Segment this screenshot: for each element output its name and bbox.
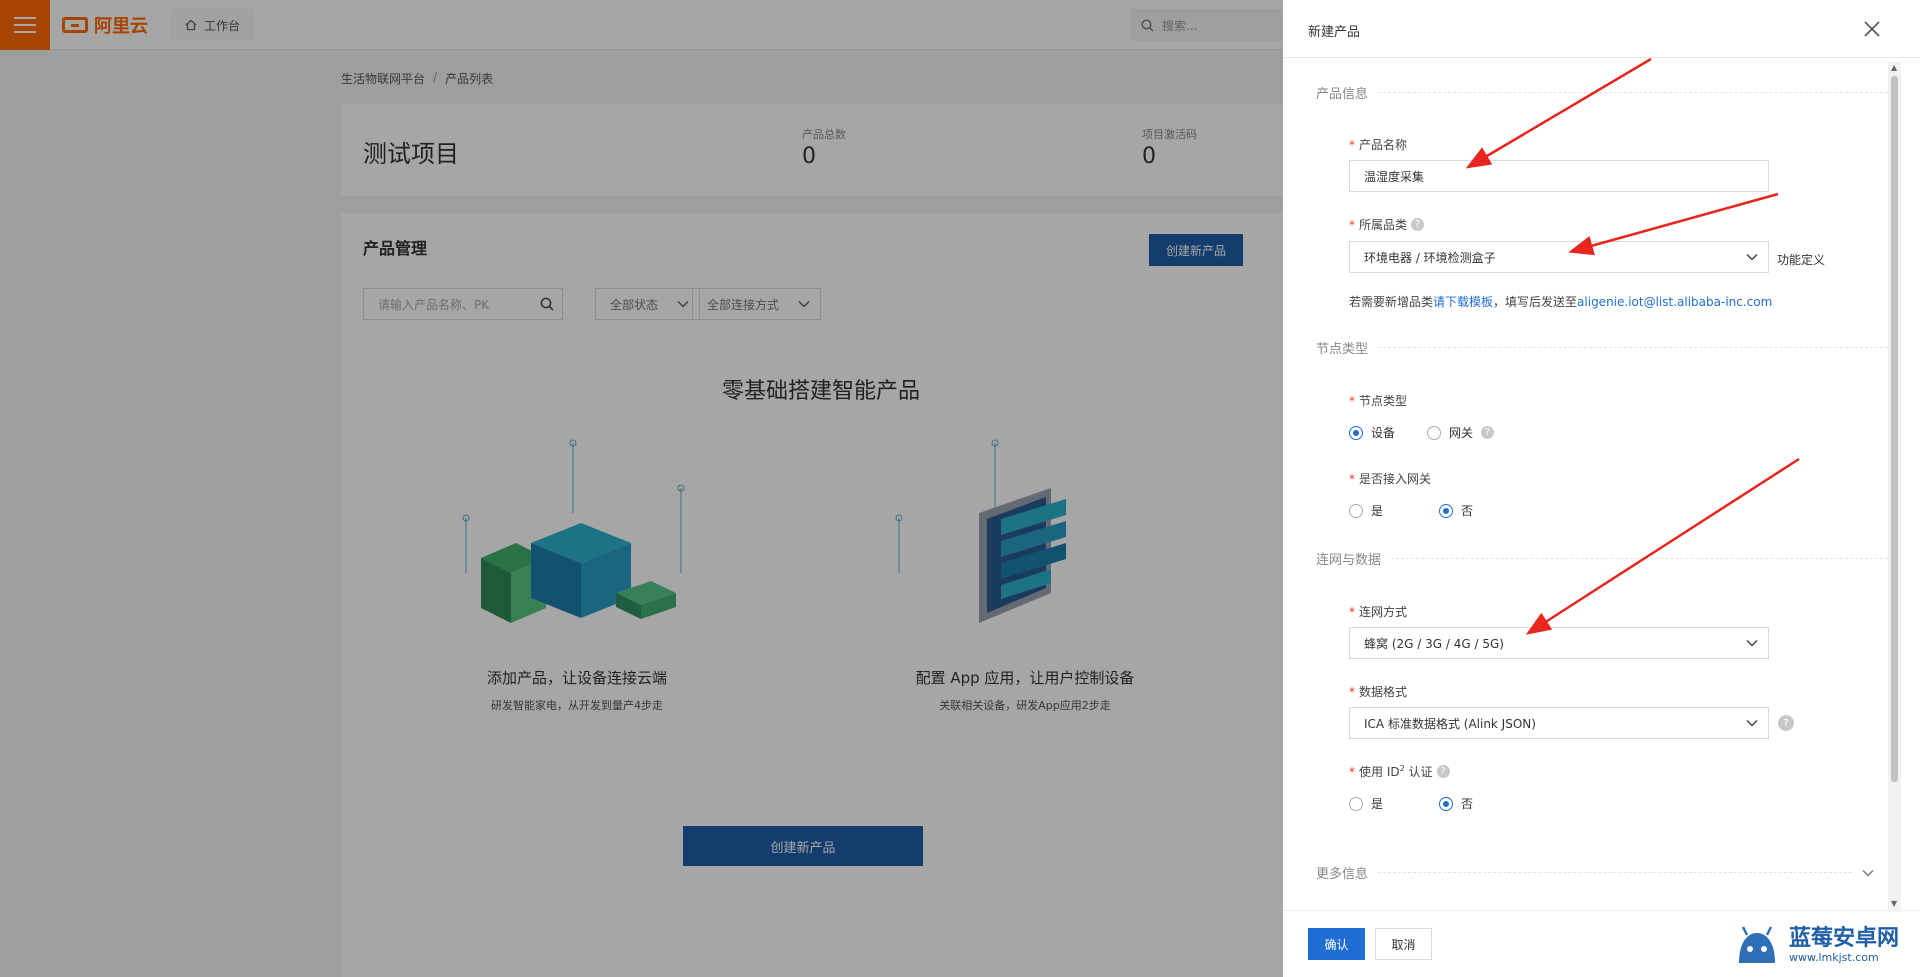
drawer-body: 产品信息 * 产品名称 温湿度采集 * 所属品类 ? 环境电器 / 环境检测盒子 功… [1283,58,1898,910]
radio-checked-icon [1349,425,1363,440]
hint-text: 若需要新增品类 [1349,295,1434,309]
radio-label: 网关 [1449,426,1474,440]
category-select[interactable]: 环境电器 / 环境检测盒子 [1349,241,1769,273]
id2-auth-label: * 使用 ID2 认证 ? [1349,763,1450,780]
radio-label: 是 [1371,797,1384,811]
chevron-down-icon [1746,639,1758,647]
section-divider [1378,347,1888,348]
help-icon[interactable]: ? [1481,426,1495,439]
node-type-label: * 节点类型 [1349,392,1407,409]
section-title: 连网与数据 [1316,553,1382,568]
radio-gateway[interactable]: 网关 [1427,424,1473,441]
data-format-select[interactable]: ICA 标准数据格式 (Alink JSON) [1349,707,1769,739]
label-prefix: 使用 ID [1359,765,1400,779]
section-divider [1391,558,1888,559]
section-divider [1378,872,1852,873]
section-title: 更多信息 [1316,867,1369,882]
node-type-radio-group: 设备 网关 ? [1349,424,1495,441]
section-product-info: 产品信息 [1316,83,1888,102]
required-mark: * [1349,604,1355,619]
gateway-radio-group: 是 否 [1349,502,1505,519]
id2-radio-group: 是 否 [1349,795,1505,812]
data-format-label: * 数据格式 [1349,683,1407,700]
network-method-select[interactable]: 蜂窝 (2G / 3G / 4G / 5G) [1349,627,1769,659]
chevron-down-icon[interactable] [1862,868,1874,878]
new-product-drawer: 新建产品 产品信息 * 产品名称 温湿度采集 * 所属品类 ? 环境电器 / 环境检… [1283,0,1920,977]
radio-unchecked-icon [1427,425,1442,440]
select-value: 环境电器 / 环境检测盒子 [1364,250,1496,265]
radio-label: 否 [1461,797,1474,811]
confirm-button[interactable]: 确认 [1308,928,1365,960]
label-text: 节点类型 [1359,394,1408,408]
chevron-down-icon [1746,253,1758,261]
drawer-title: 新建产品 [1308,25,1361,40]
radio-no[interactable]: 否 [1439,795,1473,812]
help-icon[interactable]: ? [1436,765,1450,778]
radio-checked-icon [1439,503,1454,518]
drawer-header: 新建产品 [1283,0,1920,58]
watermark-text: 蓝莓安卓网 www.lmkjst.com [1789,925,1900,964]
drawer-scrollbar[interactable]: ▲ ▼ [1888,62,1901,912]
select-value: 蜂窝 (2G / 3G / 4G / 5G) [1364,636,1504,651]
radio-unchecked-icon [1349,503,1363,518]
radio-device[interactable]: 设备 [1349,424,1395,441]
watermark-title: 蓝莓安卓网 [1789,925,1900,951]
scroll-up-icon[interactable]: ▲ [1891,63,1897,72]
email-link[interactable]: aligenie.iot@list.alibaba-inc.com [1577,295,1772,309]
radio-label: 是 [1371,504,1384,518]
product-name-label: * 产品名称 [1349,136,1407,153]
radio-label: 否 [1461,504,1474,518]
radio-yes[interactable]: 是 [1349,795,1383,812]
section-network-data: 连网与数据 [1316,549,1888,568]
radio-checked-icon [1439,796,1454,811]
gateway-access-label: * 是否接入网关 [1349,470,1431,487]
section-title: 节点类型 [1316,342,1369,357]
android-logo-icon [1739,926,1775,963]
scroll-down-icon[interactable]: ▼ [1891,899,1897,908]
help-icon[interactable]: ? [1778,715,1794,731]
label-text: 产品名称 [1359,138,1408,152]
site-watermark: 蓝莓安卓网 www.lmkjst.com [1733,923,1899,967]
radio-label: 设备 [1371,426,1396,440]
close-icon[interactable] [1861,18,1883,40]
label-text: 连网方式 [1359,605,1408,619]
required-mark: * [1349,684,1355,699]
radio-unchecked-icon [1349,796,1363,811]
function-definition-link[interactable]: 功能定义 [1777,251,1825,268]
label-suffix: 认证 [1404,765,1433,779]
download-template-link[interactable]: 请下载模板 [1433,295,1493,309]
section-title: 产品信息 [1316,87,1369,102]
section-more-info[interactable]: 更多信息 [1316,863,1874,882]
label-text: 使用 ID2 认证 [1359,763,1433,780]
label-text: 所属品类 [1359,218,1408,232]
input-value: 温湿度采集 [1364,169,1425,184]
product-name-input[interactable]: 温湿度采集 [1349,160,1769,192]
network-method-label: * 连网方式 [1349,603,1407,620]
cancel-button[interactable]: 取消 [1375,928,1432,960]
category-label: * 所属品类 ? [1349,216,1425,233]
category-hint: 若需要新增品类请下载模板，填写后发送至aligenie.iot@list.ali… [1349,293,1772,310]
required-mark: * [1349,137,1355,152]
section-node-type: 节点类型 [1316,338,1888,357]
label-text: 是否接入网关 [1359,472,1432,486]
select-value: ICA 标准数据格式 (Alink JSON) [1364,716,1536,731]
scrollbar-thumb[interactable] [1891,76,1898,782]
section-divider [1378,92,1888,93]
hint-text: ，填写后发送至 [1493,295,1578,309]
help-icon[interactable]: ? [1411,218,1425,231]
required-mark: * [1349,471,1355,486]
watermark-url: www.lmkjst.com [1789,950,1879,964]
label-text: 数据格式 [1359,685,1408,699]
chevron-down-icon [1746,719,1758,727]
radio-no[interactable]: 否 [1439,502,1473,519]
required-mark: * [1349,764,1355,779]
required-mark: * [1349,217,1355,232]
radio-yes[interactable]: 是 [1349,502,1383,519]
required-mark: * [1349,393,1355,408]
